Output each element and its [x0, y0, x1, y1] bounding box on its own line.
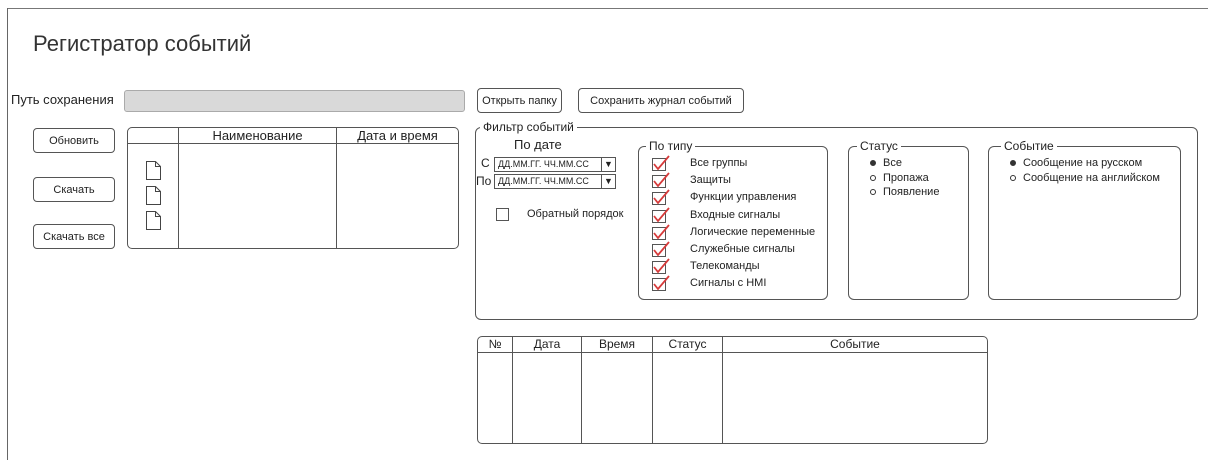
- event-filter-title: Фильтр событий: [480, 120, 577, 134]
- events-col-date: Дата: [533, 337, 561, 351]
- file-icon[interactable]: [146, 211, 161, 235]
- radio-selected-icon[interactable]: [1010, 160, 1016, 167]
- type-checkbox[interactable]: [651, 241, 670, 257]
- events-table: № Дата Время Статус Событие: [477, 336, 988, 444]
- type-item-label: Функции управления: [690, 191, 797, 204]
- status-option-appear[interactable]: Появление: [870, 186, 939, 198]
- status-option-label: Все: [883, 157, 902, 169]
- type-item-label: Логические переменные: [690, 225, 816, 238]
- by-type-title: По типу: [646, 139, 696, 153]
- type-checkbox[interactable]: [651, 224, 670, 240]
- reverse-order-label: Обратный порядок: [527, 208, 624, 220]
- download-all-button[interactable]: Скачать все: [33, 224, 115, 249]
- type-checkbox[interactable]: [651, 207, 670, 223]
- files-col-name: Наименование: [212, 128, 303, 143]
- date-from-dropdown-icon[interactable]: ▼: [601, 158, 615, 171]
- events-table-header-line: [478, 352, 987, 353]
- events-col-status: Статус: [668, 337, 707, 351]
- event-group: [988, 146, 1181, 300]
- events-col-event: Событие: [830, 337, 880, 351]
- events-table-divider: [722, 337, 723, 443]
- events-col-time: Время: [598, 337, 636, 351]
- save-log-button[interactable]: Сохранить журнал событий: [578, 88, 744, 113]
- file-icon[interactable]: [146, 161, 161, 185]
- save-path-label: Путь сохранения: [11, 92, 114, 107]
- window-frame-top: [7, 8, 1208, 9]
- radio-icon[interactable]: [1010, 175, 1016, 182]
- type-item-label: Защиты: [690, 174, 731, 187]
- radio-icon[interactable]: [870, 175, 876, 182]
- type-item-label: Сигналы с HMI: [690, 277, 767, 290]
- reverse-order-checkbox[interactable]: [496, 208, 509, 221]
- files-table-header-line: [128, 143, 458, 144]
- files-col-datetime: Дата и время: [357, 128, 438, 143]
- open-folder-button[interactable]: Открыть папку: [477, 88, 562, 113]
- event-option-english[interactable]: Сообщение на английском: [1010, 172, 1160, 184]
- type-checkbox[interactable]: [651, 275, 670, 292]
- date-from-label: С: [481, 156, 490, 170]
- status-option-loss[interactable]: Пропажа: [870, 172, 929, 184]
- date-to-value: ДД.ММ.ГГ. ЧЧ.ММ.СС: [498, 176, 589, 186]
- type-checkbox[interactable]: [651, 258, 670, 275]
- status-option-all[interactable]: Все: [870, 157, 902, 169]
- file-icon[interactable]: [146, 186, 161, 210]
- files-table-divider: [336, 128, 337, 248]
- type-checkbox[interactable]: [651, 189, 670, 206]
- type-checkbox[interactable]: [651, 155, 670, 171]
- events-table-divider: [512, 337, 513, 443]
- event-option-label: Сообщение на русском: [1023, 157, 1143, 169]
- files-table: Наименование Дата и время: [127, 127, 459, 249]
- status-option-label: Появление: [883, 186, 940, 198]
- event-option-label: Сообщение на английском: [1023, 172, 1160, 184]
- events-table-divider: [581, 337, 582, 443]
- type-item-label: Входные сигналы: [690, 208, 781, 221]
- save-path-input[interactable]: [124, 90, 465, 112]
- type-checkbox[interactable]: [651, 172, 670, 189]
- download-button[interactable]: Скачать: [33, 177, 115, 202]
- type-item-label: Телекоманды: [690, 260, 760, 273]
- date-from-field[interactable]: ДД.ММ.ГГ. ЧЧ.ММ.СС ▼: [494, 157, 616, 172]
- status-title: Статус: [857, 139, 901, 153]
- radio-icon[interactable]: [870, 189, 876, 196]
- page-title: Регистратор событий: [33, 31, 252, 56]
- status-option-label: Пропажа: [883, 172, 929, 184]
- refresh-button[interactable]: Обновить: [33, 128, 115, 153]
- files-table-divider: [178, 128, 179, 248]
- by-date-title: По дате: [514, 137, 562, 152]
- date-to-field[interactable]: ДД.ММ.ГГ. ЧЧ.ММ.СС ▼: [494, 174, 616, 189]
- events-table-divider: [652, 337, 653, 443]
- window-frame-left: [7, 8, 8, 460]
- date-to-label: По: [476, 174, 492, 188]
- type-item-label: Служебные сигналы: [690, 243, 795, 255]
- status-group: [848, 146, 969, 300]
- event-title: Событие: [1001, 139, 1057, 153]
- date-to-dropdown-icon[interactable]: ▼: [601, 175, 615, 188]
- event-option-russian[interactable]: Сообщение на русском: [1010, 157, 1142, 169]
- events-col-number: №: [488, 337, 502, 351]
- type-item-label: Все группы: [690, 157, 748, 169]
- radio-selected-icon[interactable]: [870, 160, 876, 167]
- date-from-value: ДД.ММ.ГГ. ЧЧ.ММ.СС: [498, 159, 589, 169]
